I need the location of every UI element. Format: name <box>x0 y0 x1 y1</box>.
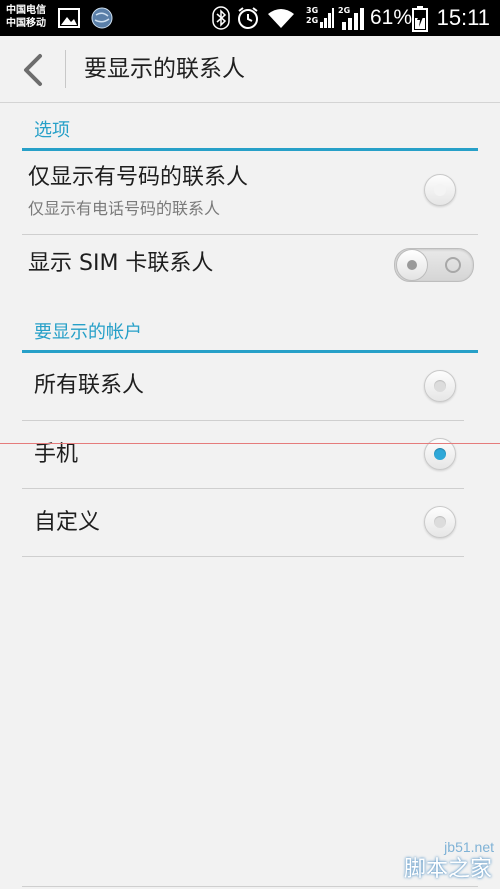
only-with-phone-subtitle: 仅显示有电话号码的联系人 <box>28 199 221 218</box>
account-item-phone[interactable]: 手机 <box>22 421 478 487</box>
account-item-all-contacts[interactable]: 所有联系人 <box>22 354 478 420</box>
battery-charging-icon <box>412 6 428 32</box>
back-button[interactable] <box>12 48 56 92</box>
only-with-phone-radio[interactable] <box>424 174 456 206</box>
accounts-section-header: 要显示的帐户 <box>22 314 478 353</box>
clock: 15:11 <box>436 5 490 30</box>
signal-icon-2 <box>342 8 364 30</box>
alarm-icon <box>238 7 258 29</box>
annotation-line <box>0 443 500 444</box>
toggle-off-icon <box>445 257 461 273</box>
show-sim-option[interactable]: 显示 SIM 卡联系人 <box>22 236 478 298</box>
watermark-text: 脚本之家 <box>403 857 492 882</box>
account-label: 所有联系人 <box>34 373 145 398</box>
bluetooth-icon <box>212 6 230 30</box>
account-item-custom[interactable]: 自定义 <box>22 489 478 555</box>
status-bar: 中国电信 中国移动 3G 2G 2G 61% 15:11 <box>0 0 500 36</box>
wifi-icon <box>268 9 294 28</box>
network-type-1: 3G <box>306 6 319 15</box>
chevron-left-icon <box>24 54 42 86</box>
battery-percent: 61% <box>370 6 413 29</box>
show-sim-toggle[interactable] <box>394 248 474 282</box>
globe-notification-icon <box>91 7 113 29</box>
account-label: 自定义 <box>34 510 101 535</box>
carrier-labels: 中国电信 中国移动 <box>6 4 46 30</box>
only-with-phone-title: 仅显示有号码的联系人 <box>28 165 249 190</box>
divider <box>22 234 478 235</box>
toggle-knob <box>396 249 428 281</box>
carrier-2: 中国移动 <box>6 18 46 29</box>
account-radio[interactable] <box>424 370 456 402</box>
signal-icon-1 <box>320 8 334 28</box>
show-sim-title: 显示 SIM 卡联系人 <box>28 251 214 276</box>
options-section-header: 选项 <box>22 112 478 151</box>
options-section-label: 选项 <box>34 120 70 141</box>
radio-dot <box>434 184 446 196</box>
carrier-1: 中国电信 <box>6 5 46 16</box>
network-labels: 3G 2G <box>306 6 318 26</box>
gallery-notification-icon <box>58 8 80 28</box>
only-with-phone-option[interactable]: 仅显示有号码的联系人 仅显示有电话号码的联系人 <box>22 152 478 232</box>
radio-dot <box>434 516 446 528</box>
account-radio[interactable] <box>424 506 456 538</box>
action-bar: 要显示的联系人 <box>0 36 500 103</box>
divider <box>22 556 464 557</box>
page-title: 要显示的联系人 <box>84 56 245 82</box>
network-type-2: 2G <box>306 16 319 25</box>
accounts-section-label: 要显示的帐户 <box>34 322 142 343</box>
radio-dot <box>434 380 446 392</box>
action-bar-divider <box>65 50 66 88</box>
radio-dot <box>434 448 446 460</box>
account-label: 手机 <box>34 442 79 467</box>
watermark: jb51.net 脚本之家 <box>370 819 500 889</box>
